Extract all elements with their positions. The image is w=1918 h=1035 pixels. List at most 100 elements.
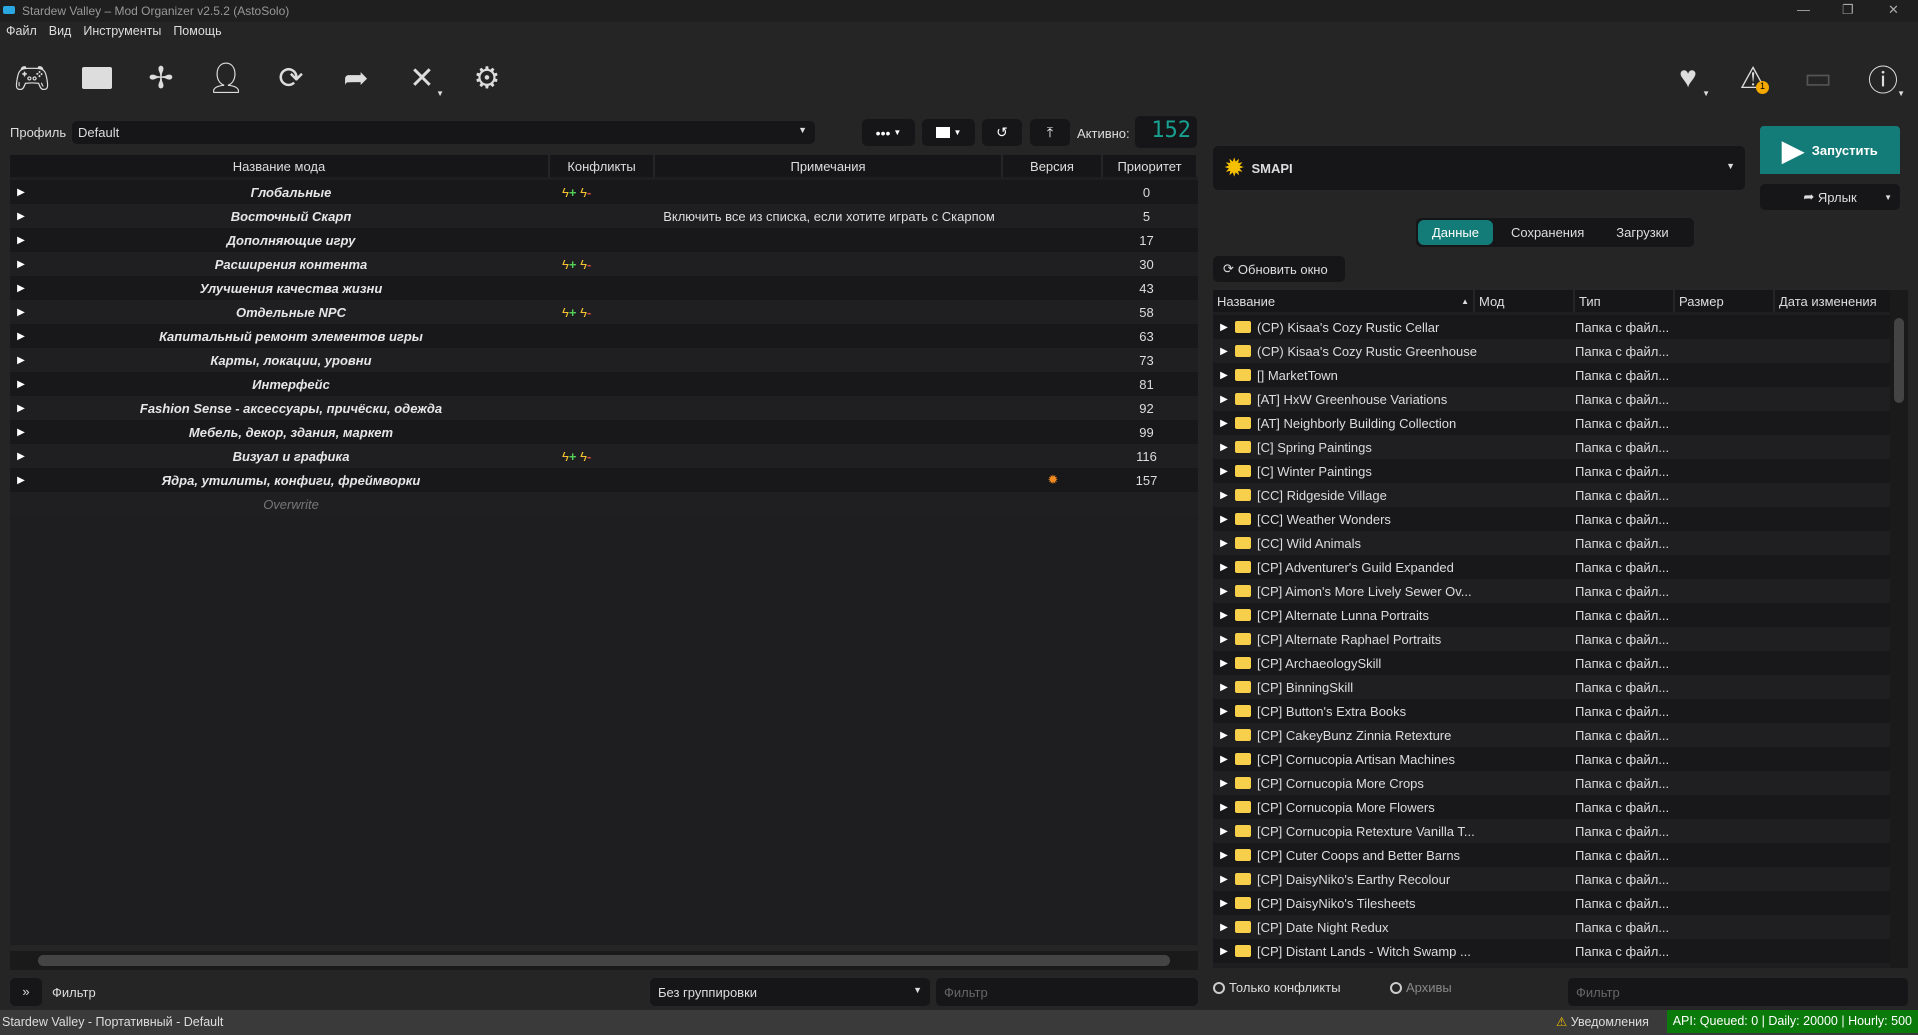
share-icon[interactable]: ➦ bbox=[336, 58, 376, 98]
file-row[interactable]: ▶ [CP] Date Night Redux Папка с файл... bbox=[1213, 915, 1890, 939]
file-row[interactable]: ▶ [CP] Aimon's More Lively Sewer Ov... П… bbox=[1213, 579, 1890, 603]
archives-radio[interactable]: Архивы bbox=[1390, 980, 1452, 995]
file-row[interactable]: ▶ [CP] Distant Lands - Witch Swamp ... П… bbox=[1213, 939, 1890, 963]
file-row[interactable]: ▶ [CP] ArchaeologySkill Папка с файл... bbox=[1213, 651, 1890, 675]
expand-arrow-icon[interactable]: ▶ bbox=[10, 235, 32, 246]
mod-row[interactable]: ▶ Отдельные NPC ϟ+ ϟ- 58 bbox=[10, 300, 1198, 324]
restore-backup-button[interactable]: ↺ bbox=[982, 119, 1022, 146]
expand-arrow-icon[interactable]: ▶ bbox=[1213, 514, 1235, 525]
mod-row[interactable]: ▶ Расширения контента ϟ+ ϟ- 30 bbox=[10, 252, 1198, 276]
open-folder-button[interactable]: ▼ bbox=[922, 119, 975, 146]
only-conflicts-radio[interactable]: Только конфликты bbox=[1213, 980, 1341, 995]
profile-icon[interactable]: 👤︎ bbox=[206, 58, 246, 98]
mod-row[interactable]: ▶ Fashion Sense - аксессуары, причёски, … bbox=[10, 396, 1198, 420]
expand-arrow-icon[interactable]: ▶ bbox=[1213, 778, 1235, 789]
profile-select[interactable]: Default ▼ bbox=[72, 121, 815, 144]
header-date[interactable]: Дата изменения bbox=[1775, 290, 1890, 312]
mod-list[interactable]: Название мода Конфликты Примечания Верси… bbox=[10, 155, 1198, 945]
expand-arrow-icon[interactable]: ▶ bbox=[1213, 466, 1235, 477]
warning-icon[interactable]: ⚠ 1 bbox=[1733, 58, 1773, 98]
horizontal-scrollbar[interactable] bbox=[10, 951, 1198, 970]
refresh-icon[interactable]: ⟳ bbox=[271, 58, 311, 98]
header-notes[interactable]: Примечания bbox=[655, 155, 1003, 177]
header-conflicts[interactable]: Конфликты bbox=[550, 155, 655, 177]
file-row[interactable]: ▶ [CP] Cuter Coops and Better Barns Папк… bbox=[1213, 843, 1890, 867]
expand-arrow-icon[interactable]: ▶ bbox=[1213, 490, 1235, 501]
expand-arrow-icon[interactable]: ▶ bbox=[1213, 610, 1235, 621]
refresh-button[interactable]: ⟳ Обновить окно bbox=[1213, 256, 1345, 282]
run-button[interactable]: ▶ Запустить bbox=[1760, 126, 1900, 174]
close-button[interactable]: ✕ bbox=[1888, 2, 1899, 18]
expand-arrow-icon[interactable]: ▶ bbox=[10, 307, 32, 318]
expand-arrow-icon[interactable]: ▶ bbox=[10, 403, 32, 414]
expand-arrow-icon[interactable]: ▶ bbox=[1213, 394, 1235, 405]
vertical-scrollbar[interactable] bbox=[1890, 290, 1908, 968]
header-name[interactable]: Название мода bbox=[10, 155, 550, 177]
expand-arrow-icon[interactable]: ▶ bbox=[1213, 418, 1235, 429]
expand-arrow-icon[interactable]: ▶ bbox=[1213, 538, 1235, 549]
folder-icon[interactable] bbox=[77, 58, 117, 98]
overwrite-row[interactable]: Overwrite bbox=[10, 492, 1198, 516]
nexus-icon[interactable]: ✢ bbox=[141, 58, 181, 98]
expand-arrow-icon[interactable]: ▶ bbox=[1213, 802, 1235, 813]
expand-arrow-icon[interactable]: ▶ bbox=[1213, 658, 1235, 669]
expand-arrow-icon[interactable]: ▶ bbox=[1213, 898, 1235, 909]
expand-arrow-icon[interactable]: ▶ bbox=[1213, 922, 1235, 933]
tab-downloads[interactable]: Загрузки bbox=[1602, 220, 1682, 245]
file-row[interactable]: ▶ [CP] BinningSkill Папка с файл... bbox=[1213, 675, 1890, 699]
header-version[interactable]: Версия bbox=[1003, 155, 1103, 177]
mod-row[interactable]: ▶ Капитальный ремонт элементов игры 63 bbox=[10, 324, 1198, 348]
expand-arrow-icon[interactable]: ▶ bbox=[10, 379, 32, 390]
expand-arrow-icon[interactable]: ▶ bbox=[1213, 634, 1235, 645]
mod-row[interactable]: ▶ Улучшения качества жизни 43 bbox=[10, 276, 1198, 300]
header-name[interactable]: Название ▲ bbox=[1213, 290, 1475, 312]
expand-arrow-icon[interactable]: ▶ bbox=[10, 211, 32, 222]
info-icon[interactable]: ⓘ ▼ bbox=[1863, 58, 1905, 98]
expand-arrow-icon[interactable]: ▶ bbox=[1213, 322, 1235, 333]
mod-row[interactable]: ▶ Визуал и графика ϟ+ ϟ- 116 bbox=[10, 444, 1198, 468]
grouping-select[interactable]: Без группировки ▼ bbox=[650, 978, 930, 1006]
upload-icon[interactable]: ⤒ bbox=[1030, 119, 1070, 146]
header-priority[interactable]: Приоритет bbox=[1103, 155, 1198, 177]
expand-arrow-icon[interactable]: ▶ bbox=[1213, 874, 1235, 885]
file-row[interactable]: ▶ [AT] Neighborly Building Collection Па… bbox=[1213, 411, 1890, 435]
file-row[interactable]: ▶ [AT] HxW Greenhouse Variations Папка с… bbox=[1213, 387, 1890, 411]
mod-row[interactable]: ▶ Ядра, утилиты, конфиги, фреймворки ✹ 1… bbox=[10, 468, 1198, 492]
menu-view[interactable]: Вид bbox=[49, 24, 72, 44]
file-row[interactable]: ▶ (CP) Kisaa's Cozy Rustic Greenhouse Па… bbox=[1213, 339, 1890, 363]
expand-arrow-icon[interactable]: ▶ bbox=[1213, 706, 1235, 717]
expand-arrow-icon[interactable]: ▶ bbox=[1213, 346, 1235, 357]
expand-arrow-icon[interactable]: ▶ bbox=[1213, 370, 1235, 381]
expand-arrow-icon[interactable]: ▶ bbox=[1213, 946, 1235, 957]
executable-select[interactable]: ✹ SMAPI ▼ bbox=[1213, 146, 1745, 190]
mod-row[interactable]: ▶ Карты, локации, уровни 73 bbox=[10, 348, 1198, 372]
expand-arrow-icon[interactable]: ▶ bbox=[1213, 682, 1235, 693]
minimize-button[interactable]: — bbox=[1797, 2, 1810, 17]
file-row[interactable]: ▶ [CC] Ridgeside Village Папка с файл... bbox=[1213, 483, 1890, 507]
scrollbar-thumb[interactable] bbox=[38, 955, 1170, 966]
file-row[interactable]: ▶ (CP) Kisaa's Cozy Rustic Cellar Папка … bbox=[1213, 315, 1890, 339]
file-filter-input[interactable]: Фильтр bbox=[1568, 978, 1908, 1006]
tools-icon[interactable]: ✕ ▼ bbox=[402, 58, 444, 99]
file-row[interactable]: ▶ [CP] DaisyNiko's Tilesheets Папка с фа… bbox=[1213, 891, 1890, 915]
file-row[interactable]: ▶ [CP] Adventurer's Guild Expanded Папка… bbox=[1213, 555, 1890, 579]
expand-arrow-icon[interactable]: ▶ bbox=[1213, 826, 1235, 837]
mod-row[interactable]: ▶ Интерфейс 81 bbox=[10, 372, 1198, 396]
expand-arrow-icon[interactable]: ▶ bbox=[10, 259, 32, 270]
file-row[interactable]: ▶ [CP] Alternate Lunna Portraits Папка с… bbox=[1213, 603, 1890, 627]
nexus-login-icon[interactable]: ▭ bbox=[1798, 58, 1838, 98]
file-row[interactable]: ▶ [CP] Alternate Raphael Portraits Папка… bbox=[1213, 627, 1890, 651]
file-row[interactable]: ▶ [CP] Cornucopia Artisan Machines Папка… bbox=[1213, 747, 1890, 771]
expand-arrow-icon[interactable]: ▶ bbox=[10, 331, 32, 342]
expand-arrow-icon[interactable]: ▶ bbox=[1213, 586, 1235, 597]
menu-tools[interactable]: Инструменты bbox=[83, 24, 161, 44]
mod-filter-input[interactable]: Фильтр bbox=[936, 978, 1198, 1006]
file-row[interactable]: ▶ [CP] Cornucopia Retexture Vanilla T...… bbox=[1213, 819, 1890, 843]
scrollbar-thumb[interactable] bbox=[1894, 318, 1904, 403]
expand-filters-button[interactable]: » bbox=[10, 978, 42, 1006]
menu-file[interactable]: Файл bbox=[6, 24, 37, 44]
expand-arrow-icon[interactable]: ▶ bbox=[10, 187, 32, 198]
maximize-button[interactable]: ❐ bbox=[1842, 2, 1854, 18]
more-options-button[interactable]: ••• ▼ bbox=[862, 119, 915, 146]
file-row[interactable]: ▶ [CP] CakeyBunz Zinnia Retexture Папка … bbox=[1213, 723, 1890, 747]
